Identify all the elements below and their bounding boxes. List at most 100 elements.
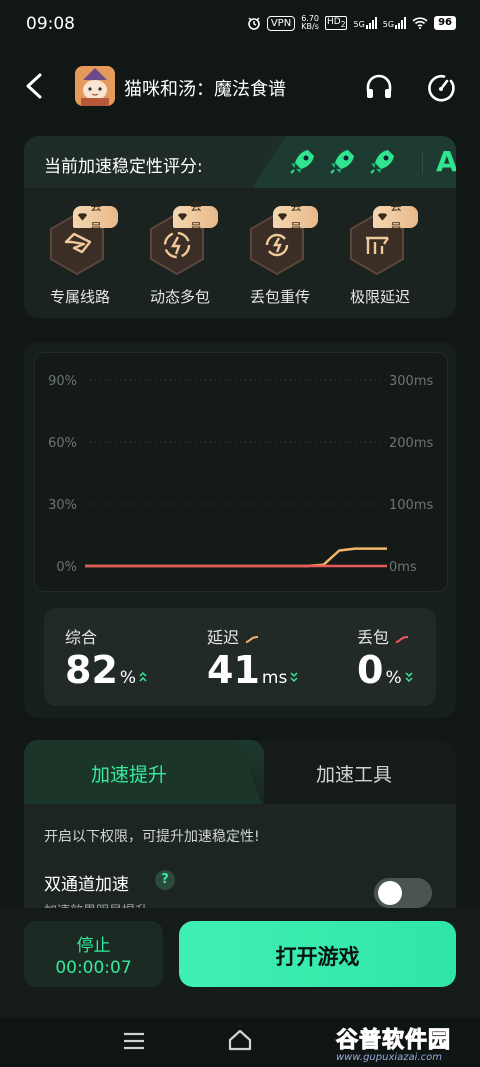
feature-label: 动态多包	[149, 288, 210, 306]
feature-label: 专属线路	[49, 288, 110, 306]
net-type-1: 5G	[353, 20, 365, 29]
vip-badge: 会员	[173, 199, 218, 235]
rocket-icon	[290, 150, 314, 174]
toggle-knob	[378, 881, 402, 905]
stat-label-text: 丢包	[357, 628, 390, 647]
stability-score-card: 当前加速稳定性评分: A 会员 专属线路 会员 动态多包 会员 丢包重传 会员 …	[24, 136, 456, 318]
help-icon[interactable]: ?	[155, 870, 175, 890]
tab-accel-tools[interactable]: 加速工具	[254, 760, 454, 787]
hd-sub: 2	[340, 19, 346, 29]
score-header: 当前加速稳定性评分: A	[24, 136, 456, 188]
wifi-icon	[412, 17, 428, 29]
game-title: 猫咪和汤：魔法食谱	[124, 79, 286, 100]
status-time: 09:08	[26, 14, 75, 34]
stop-label: 停止	[76, 936, 111, 956]
stat-label: 延迟	[207, 624, 259, 648]
status-icons: VPN 6.70 KB/s HD2 5G 5G 96	[247, 15, 456, 31]
left-axis-tick: 90%	[48, 374, 77, 389]
headset-icon[interactable]	[364, 72, 394, 102]
alarm-icon	[248, 17, 260, 30]
accel-description: 开启以下权限，可提升加速稳定性!	[44, 829, 260, 845]
vip-diamond-icon	[177, 213, 188, 221]
vip-badge: 会员	[73, 199, 118, 235]
signal-icon	[395, 17, 407, 29]
signal-1: 5G	[353, 17, 377, 29]
tab-accel-boost[interactable]: 加速提升	[24, 740, 264, 804]
battery-level: 96	[434, 16, 456, 30]
stat-label: 丢包	[357, 624, 409, 648]
left-axis-tick: 0%	[56, 560, 77, 575]
rocket-rating	[286, 146, 398, 178]
game-icon	[75, 66, 115, 106]
stat-unit: %	[119, 668, 137, 688]
feature-label: 极限延迟	[349, 288, 410, 306]
watermark-url: www.gupuxiazai.com	[336, 1052, 442, 1063]
rocket-icon	[370, 150, 394, 174]
rocket-icon	[330, 150, 354, 174]
vip-label: 会员	[390, 199, 403, 235]
latency-chart: 90% 300ms 60% 200ms 30% 100ms 0% 0ms	[48, 374, 433, 575]
feature-smart[interactable]: 智	[428, 206, 456, 314]
stat-unit: ms	[261, 668, 288, 688]
speedometer-icon[interactable]	[425, 72, 457, 104]
feature-dynamic-multipacket[interactable]: 会员 动态多包	[128, 199, 218, 314]
smart-icon	[455, 214, 456, 274]
double-down-arrow-icon	[405, 672, 413, 683]
stat-value: 41 ms	[207, 648, 298, 692]
signal-icon	[365, 17, 377, 29]
vip-diamond-icon	[77, 213, 88, 221]
double-up-arrow-icon	[139, 671, 147, 682]
vip-diamond-icon	[377, 213, 388, 221]
watermark: 谷普软件园 www.gupuxiazai.com	[330, 1018, 480, 1067]
menu-icon[interactable]	[122, 1030, 146, 1052]
chart-area: 90% 300ms 60% 200ms 30% 100ms 0% 0ms	[34, 352, 448, 592]
net-type-2: 5G	[382, 20, 395, 29]
left-axis-tick: 30%	[48, 498, 77, 513]
tab-label: 加速提升	[90, 764, 167, 786]
feature-extreme-latency[interactable]: 会员 极限延迟	[328, 199, 418, 314]
grade-divider	[422, 152, 423, 174]
score-grade: A	[436, 145, 456, 178]
watermark-text: 谷普软件园	[335, 1028, 452, 1054]
right-axis-tick: 100ms	[389, 498, 433, 513]
stat-label: 综合	[65, 628, 98, 647]
back-arrow-icon[interactable]	[22, 72, 48, 100]
stat-label-text: 延迟	[207, 628, 240, 647]
latency-series-line	[85, 547, 387, 568]
header-bar: 猫咪和汤：魔法食谱	[0, 62, 480, 110]
feature-exclusive-route[interactable]: 会员 专属线路	[28, 199, 118, 314]
feature-list: 会员 专属线路 会员 动态多包 会员 丢包重传 会员 极限延迟 智	[24, 199, 456, 316]
score-title: 当前加速稳定性评分:	[44, 157, 203, 177]
hd-label: HD	[327, 16, 341, 27]
stat-unit: %	[385, 668, 402, 688]
dual-channel-toggle[interactable]	[374, 878, 432, 908]
stat-number: 0	[357, 648, 384, 692]
status-bar: 09:08 VPN 6.70 KB/s HD2 5G 5G 96	[0, 0, 480, 50]
net-speed: 6.70 KB/s	[301, 15, 319, 31]
hd-badge: HD2	[325, 15, 348, 31]
dual-channel-title: 双通道加速	[44, 875, 129, 895]
right-axis-tick: 300ms	[389, 374, 433, 389]
stat-value: 82%	[65, 648, 147, 692]
right-axis-tick: 200ms	[389, 436, 433, 451]
feature-retransmit[interactable]: 会员 丢包重传	[228, 199, 318, 314]
vip-badge: 会员	[273, 199, 318, 235]
vip-label: 会员	[290, 199, 303, 235]
signal-2: 5G	[382, 17, 407, 29]
elapsed-timer: 00:00:07	[55, 958, 132, 978]
home-icon[interactable]	[226, 1026, 254, 1054]
latency-chart-card: 90% 300ms 60% 200ms 30% 100ms 0% 0ms 综合 82% 延迟 …	[24, 342, 456, 718]
right-axis-tick: 0ms	[389, 560, 417, 575]
stop-button[interactable]: 停止 00:00:07	[24, 921, 163, 987]
feature-label: 丢包重传	[249, 288, 310, 306]
stat-value: 0%	[357, 648, 413, 692]
vip-diamond-icon	[277, 213, 288, 221]
open-game-button[interactable]: 打开游戏	[179, 921, 456, 987]
latency-legend-icon	[245, 635, 259, 643]
vpn-indicator: VPN	[266, 15, 296, 31]
stats-panel: 综合 82% 延迟 41 ms 丢包 0%	[44, 608, 436, 706]
vip-label: 会员	[90, 199, 103, 235]
vip-label: 会员	[190, 199, 203, 235]
bottom-action-bar: 停止 00:00:07 打开游戏	[0, 908, 480, 1018]
loss-legend-icon	[395, 635, 409, 643]
